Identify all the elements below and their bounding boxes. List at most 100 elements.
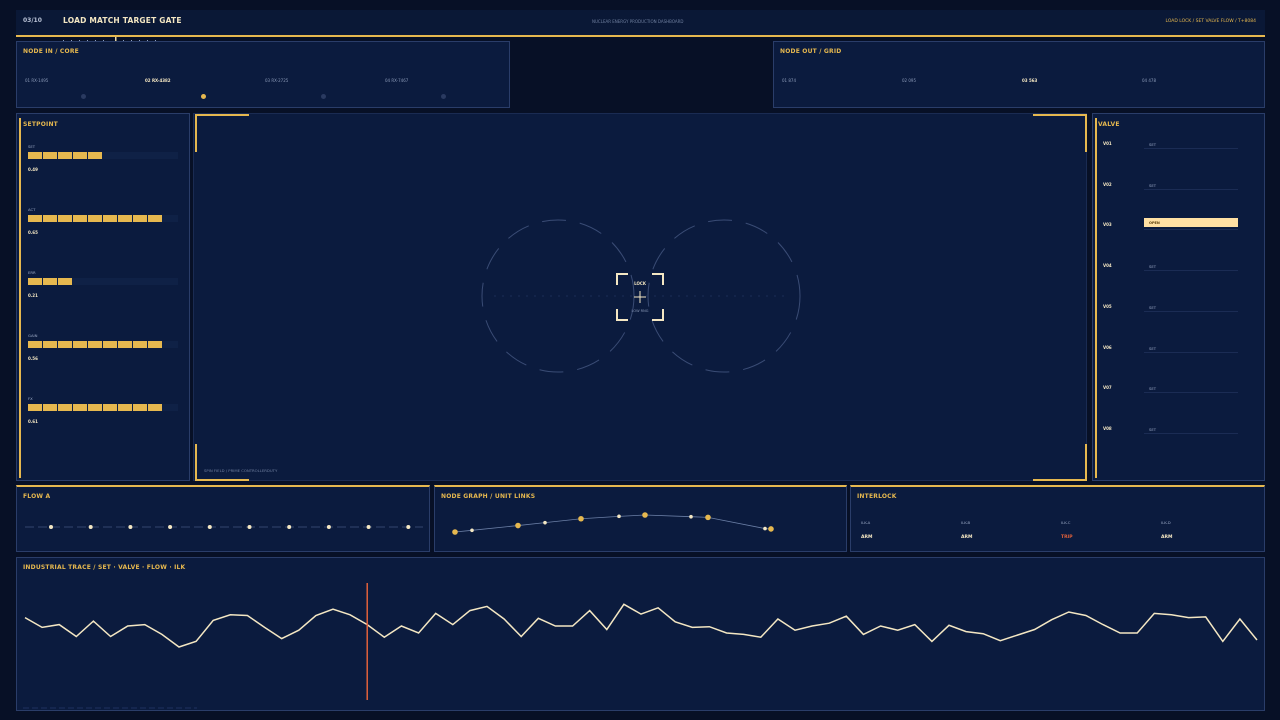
setpoint-row-value: 0.56 (28, 356, 38, 361)
valve-row-state: SET (1149, 304, 1157, 310)
interlock-title: INTERLOCK (857, 493, 897, 500)
lock-label: LOCK (634, 281, 646, 286)
interlock-item-label: ILK-C (1061, 520, 1071, 525)
setpoint-bar-segment (148, 404, 162, 411)
trace-line (24, 603, 1258, 648)
valve-row-state: OPEN (1149, 221, 1160, 226)
flow-a-dot (88, 525, 93, 529)
node-out-item-label: 02 095 (902, 78, 916, 83)
header-status: LOAD LOCK / SET VALVE FLOW / T+8084 (1165, 19, 1256, 24)
node-graph-node[interactable] (763, 526, 767, 531)
flow-a-dot (128, 525, 133, 529)
valve-row-label: V01 (1103, 141, 1112, 146)
flow-a-dot (168, 525, 173, 529)
trace-panel: INDUSTRIAL TRACE / SET · VALVE · FLOW · … (16, 557, 1265, 711)
setpoint-row-label: ACT (28, 207, 36, 212)
setpoint-bar-segment (28, 215, 42, 222)
setpoint-bar-segment (58, 278, 72, 285)
setpoint-bar-segment (88, 215, 102, 222)
flow-a-dot (287, 525, 292, 529)
setpoint-accent (19, 118, 21, 478)
flow-a-dot (406, 525, 411, 529)
flow-a-dot (366, 525, 371, 529)
node-graph-chart (452, 512, 774, 535)
valve-row-track (1144, 270, 1238, 272)
setpoint-row-label: FX (28, 396, 33, 401)
header-underline (16, 35, 1265, 37)
node-in-item-label: 03 RX-2725 (265, 78, 289, 83)
node-in-dot[interactable] (201, 94, 206, 99)
header-ticks (63, 28, 159, 42)
node-graph-node[interactable] (642, 512, 648, 518)
flow-a-dot (49, 525, 53, 529)
node-in-dot[interactable] (441, 94, 446, 99)
valve-row-label: V05 (1103, 303, 1112, 309)
setpoint-bar-segment (103, 404, 117, 411)
setpoint-title: SETPOINT (23, 121, 58, 128)
valve-row-label: V04 (1103, 263, 1112, 269)
page-title: LOAD MATCH TARGET GATE (63, 16, 182, 25)
setpoint-bar-segment (73, 404, 87, 411)
node-graph-node[interactable] (452, 529, 458, 535)
node-out-panel: NODE OUT / GRID 01 874 02 095 03 563 04 478 (773, 41, 1265, 108)
node-in-panel: NODE IN / CORE 01 RX-1495 02 RX-4382 03 RX… (16, 41, 510, 108)
setpoint-bar-segment (133, 404, 147, 411)
valve-row-track (1144, 229, 1238, 231)
setpoint-row-value: 0.49 (28, 167, 38, 172)
page-counter: 03/10 (23, 17, 42, 24)
interlock-item-status: TRIP (1061, 535, 1073, 540)
node-out-item-label: 03 563 (1022, 78, 1038, 83)
node-in-item-label: 02 RX-4382 (145, 78, 171, 83)
setpoint-bar-segment (43, 152, 57, 159)
trace-chart (23, 583, 1258, 709)
center-view: LOCK LOW RNG SPIN FIELD / PRIME CONTROLL… (193, 113, 1087, 481)
valve-row-state: SET (1149, 345, 1157, 351)
node-graph-node[interactable] (768, 526, 774, 532)
valve-row-track (1144, 351, 1238, 353)
node-in-item-label: 01 RX-1495 (25, 78, 49, 83)
valve-title: VALVE (1098, 121, 1120, 128)
node-graph-node[interactable] (617, 514, 621, 519)
setpoint-bar-segment (73, 152, 87, 159)
valve-row-state: SET (1149, 142, 1157, 147)
setpoint-row-label: ERR (28, 270, 36, 275)
interlock-item-status: ARM (1161, 535, 1173, 540)
node-graph-node[interactable] (470, 528, 474, 533)
lock-reticle[interactable]: LOCK LOW RNG (616, 273, 664, 321)
setpoint-panel: SETPOINT SET 0.49 ACT 0.65 ERR 0.21 GAIN 0.56 FX… (16, 113, 190, 481)
dashboard-name: NUCLEAR ENERGY PRODUCTION DASHBOARD (592, 19, 684, 24)
interlock-item-label: ILK-D (1161, 520, 1171, 525)
node-graph-node[interactable] (578, 515, 584, 522)
setpoint-bar-segment (148, 215, 162, 222)
valve-row-label: V02 (1103, 181, 1112, 187)
node-graph-node[interactable] (705, 514, 711, 521)
valve-row-state: SET (1149, 386, 1157, 392)
node-graph-node[interactable] (543, 520, 547, 525)
valve-row-label: V08 (1103, 425, 1112, 431)
node-graph-panel: NODE GRAPH / UNIT LINKS (434, 485, 847, 552)
node-graph-node[interactable] (689, 514, 693, 519)
valve-row-track (1144, 392, 1238, 394)
valve-row-track (1144, 148, 1238, 149)
setpoint-bar-segment (28, 341, 42, 348)
setpoint-row-label: SET (28, 144, 36, 149)
interlock-item-status: ARM (961, 535, 973, 540)
node-in-title: NODE IN / CORE (23, 48, 79, 55)
setpoint-bar-segment (103, 341, 117, 348)
node-graph-node[interactable] (515, 522, 521, 529)
valve-accent (1095, 118, 1097, 478)
setpoint-bar-segment (88, 404, 102, 411)
setpoint-bar-segment (58, 152, 72, 159)
setpoint-bar-segment (133, 215, 147, 222)
setpoint-bar-segment (133, 341, 147, 348)
setpoint-bar-segment (43, 404, 57, 411)
node-in-dot[interactable] (81, 94, 86, 99)
node-in-item-label: 04 RX-7467 (385, 78, 409, 83)
node-in-dot[interactable] (321, 94, 326, 99)
valve-row-state: SET (1149, 264, 1157, 270)
setpoint-bar-segment (73, 215, 87, 222)
setpoint-bar-segment (43, 215, 57, 222)
interlock-item-status: ARM (861, 535, 873, 540)
setpoint-bar-segment (28, 152, 42, 159)
setpoint-bar-segment (118, 341, 132, 348)
